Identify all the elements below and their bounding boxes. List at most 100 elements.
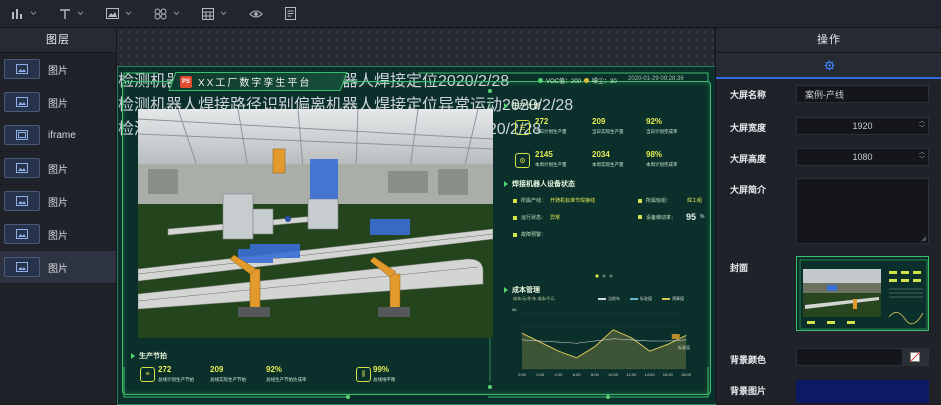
production-plan-title: 生产计划 — [504, 101, 540, 111]
text-icon — [60, 8, 70, 19]
chevron-up-icon[interactable]: ︿ — [919, 119, 925, 126]
text-tool-button[interactable] — [48, 0, 95, 27]
robot-area-label: 所属班组： — [646, 198, 672, 204]
image-icon — [4, 257, 40, 277]
cost-line-chart: ML 0:00 2:00 4:00 6:00 8:00 10:00 12:00 14:00 16:… — [512, 307, 692, 377]
image-icon — [4, 158, 40, 178]
image-tool-button[interactable] — [95, 0, 143, 27]
screen-height-value: 1080 — [852, 152, 873, 162]
rhythm-kpi-label: 总线计划生产节拍 — [158, 377, 194, 382]
rhythm-kpi-value: 92% — [266, 365, 283, 374]
document-button[interactable] — [274, 0, 307, 27]
robot-run-value: 异常 — [550, 215, 561, 221]
layer-label: 图片 — [48, 98, 68, 110]
layer-item[interactable]: 图片 — [0, 152, 116, 185]
screen-height-input[interactable]: 1080 ︿ ﹀ — [796, 148, 929, 166]
color-picker-button[interactable] — [902, 349, 928, 365]
plan-kpi-value: 209 — [592, 117, 606, 126]
bg-color-picker[interactable] — [796, 348, 929, 366]
layer-item[interactable]: 图片 — [0, 218, 116, 251]
marker-label: 标准值 — [678, 344, 690, 350]
robot-status-title: 焊接机器人设备状态 — [504, 179, 575, 189]
cost-title: 成本管理 — [504, 285, 540, 295]
plan-kpi-value: 92% — [646, 117, 663, 126]
x-tick-label: 6:00 — [573, 372, 582, 377]
x-tick-label: 18:00 — [681, 372, 692, 377]
bullet-icon — [513, 232, 517, 237]
clipboard-icon: ☰ — [515, 120, 530, 135]
dashboard-preview[interactable]: PS XX工厂数字孪生平台 VOC值：200 噪尘：30 2020-01-29 … — [117, 66, 716, 405]
robot-util-value: 95 — [686, 212, 697, 222]
screen-name-input[interactable]: 案例-产线 — [796, 85, 929, 103]
production-rhythm-title: 生产节拍 — [131, 351, 167, 361]
balance-icon: ⫼ — [356, 367, 371, 382]
table-icon — [202, 7, 214, 20]
bullet-icon — [638, 198, 642, 203]
operation-tab[interactable]: 操作 — [716, 28, 941, 53]
settings-subtab[interactable] — [716, 53, 941, 79]
height-stepper[interactable]: ︿ ﹀ — [919, 150, 925, 164]
table-tool-button[interactable] — [191, 0, 238, 27]
cost-legend: 当前年 标准值 预算值 — [598, 296, 684, 302]
legend-label: 当前年 — [608, 296, 620, 301]
chevron-down-icon — [173, 11, 180, 15]
gears-icon: ⚙ — [515, 153, 530, 168]
chevron-down-icon[interactable]: ﹀ — [919, 157, 925, 164]
width-stepper[interactable]: ︿ ﹀ — [919, 119, 925, 133]
legend-label: 标准值 — [640, 296, 652, 301]
ps-logo-icon: PS — [180, 75, 192, 88]
image-icon — [4, 92, 40, 112]
data-point — [667, 343, 669, 345]
layer-item[interactable]: 图片 — [0, 251, 116, 284]
document-icon — [285, 7, 296, 20]
layer-label: 图片 — [48, 263, 68, 275]
eye-icon — [249, 10, 263, 17]
legend-item: 当前年 — [598, 296, 620, 302]
layer-item[interactable]: iframe — [0, 119, 116, 152]
screen-name-label: 大屏名称 — [730, 90, 767, 100]
x-tick-label: 2:00 — [536, 372, 545, 377]
bg-image-thumbnail[interactable] — [796, 380, 929, 403]
robot-util-label: 设备稼动率： — [646, 214, 677, 221]
screen-height-label: 大屏高度 — [730, 154, 767, 164]
chevron-up-icon[interactable]: ︿ — [919, 150, 925, 157]
chart-tool-button[interactable] — [0, 0, 48, 27]
screen-width-input[interactable]: 1920 ︿ ﹀ — [796, 117, 929, 135]
bg-color-label: 背景颜色 — [730, 355, 767, 365]
layer-item[interactable]: 图片 — [0, 185, 116, 218]
cover-preview-image — [799, 259, 928, 330]
editor-canvas[interactable]: PS XX工厂数字孪生平台 VOC值：200 噪尘：30 2020-01-29 … — [117, 28, 716, 405]
resize-handle-icon[interactable] — [921, 236, 927, 242]
layer-label: 图片 — [48, 197, 68, 209]
preview-button[interactable] — [238, 0, 274, 27]
chevron-down-icon[interactable]: ﹀ — [919, 126, 925, 133]
cost-subtitle: 成本/元/件/年 成本/千元 — [513, 296, 555, 301]
alarm-header-row: 故障预警： — [513, 231, 546, 238]
plan-kpi-label: 当日计划完成率 — [646, 129, 678, 134]
components-icon — [154, 8, 167, 19]
screen-desc-textarea[interactable] — [796, 178, 929, 244]
data-point — [539, 340, 541, 342]
robot-run-row: 运行状态： 异常 — [513, 214, 560, 221]
layer-item[interactable]: 图片 — [0, 86, 116, 119]
x-tick-label: 16:00 — [663, 372, 674, 377]
plan-kpi-label: 本周计划完成率 — [646, 162, 678, 167]
cover-thumbnail[interactable] — [796, 256, 929, 331]
image-icon — [4, 224, 40, 244]
layer-item[interactable]: 图片 — [0, 53, 116, 86]
legend-swatch — [598, 298, 606, 300]
cover-label: 封面 — [730, 263, 749, 273]
dashboard-title-text: XX工厂数字孪生平台 — [198, 78, 312, 89]
data-point — [558, 350, 559, 352]
iframe-icon — [4, 125, 40, 145]
color-swatch-icon — [910, 352, 920, 362]
image-icon — [4, 59, 40, 79]
components-tool-button[interactable] — [143, 0, 191, 27]
data-point — [649, 350, 650, 352]
data-point — [649, 340, 650, 342]
factory-3d-view[interactable] — [138, 109, 493, 338]
y-axis-label: ML — [512, 307, 518, 312]
dashboard-title: PS XX工厂数字孪生平台 — [180, 74, 311, 89]
layer-label: 图片 — [48, 164, 68, 176]
chevron-down-icon — [77, 11, 84, 15]
